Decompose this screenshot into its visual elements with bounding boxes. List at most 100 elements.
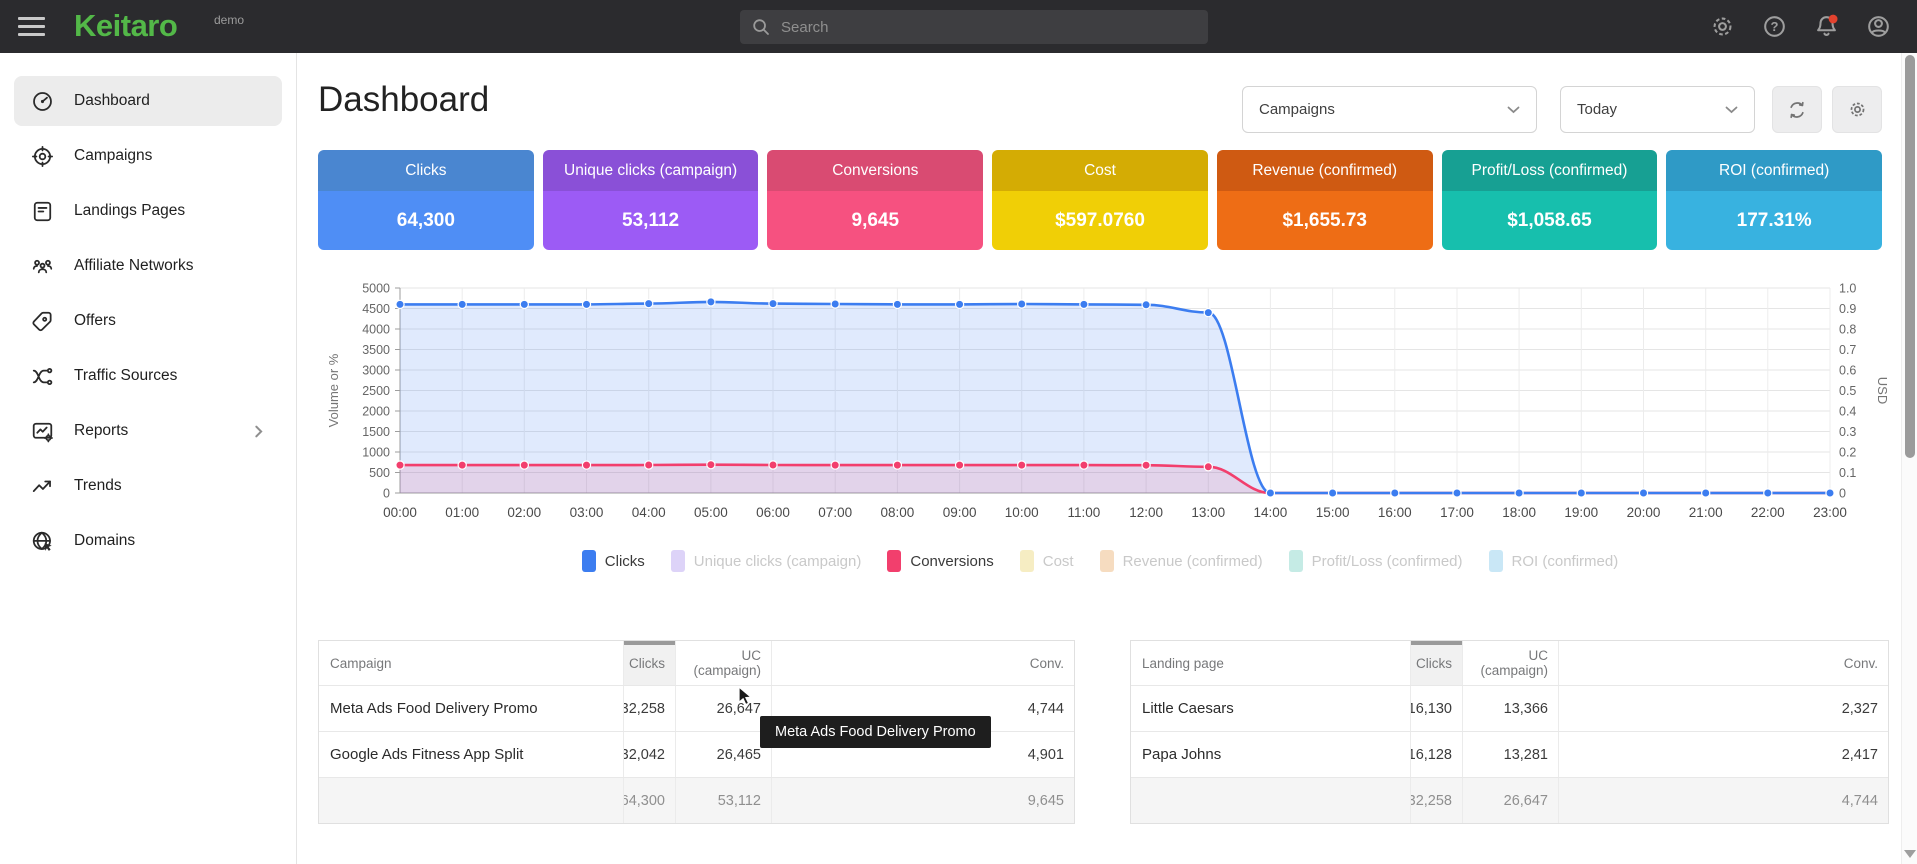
sidebar-item-dashboard[interactable]: Dashboard (14, 76, 282, 126)
sidebar-item-trends[interactable]: Trends (14, 461, 282, 511)
column-header-conv[interactable]: Conv. (1558, 641, 1888, 685)
column-header-campaign[interactable]: Campaign (319, 641, 623, 685)
table-totals-row: 32,25826,6474,744 (1131, 778, 1888, 823)
row-name-cell: Meta Ads Food Delivery Promo (319, 686, 623, 731)
sidebar-item-label: Offers (74, 312, 116, 330)
scroll-down-arrow-icon[interactable] (1904, 850, 1916, 858)
svg-text:0.5: 0.5 (1839, 384, 1856, 398)
mouse-cursor (738, 686, 757, 713)
stat-card-value: 53,112 (543, 191, 759, 250)
svg-text:22:00: 22:00 (1751, 505, 1785, 520)
table-row[interactable]: Papa Johns16,12813,2812,417 (1131, 732, 1888, 778)
sidebar-item-reports[interactable]: Reports (14, 406, 282, 456)
stat-card-unique-clicks-campaign[interactable]: Unique clicks (campaign)53,112 (543, 150, 759, 250)
app-logo[interactable]: Keitaro (74, 8, 177, 44)
legend-swatch (671, 550, 685, 572)
stat-card-revenue-confirmed[interactable]: Revenue (confirmed)$1,655.73 (1217, 150, 1433, 250)
campaigns-filter-select[interactable]: Campaigns (1242, 86, 1537, 133)
stat-card-value: 9,645 (767, 191, 983, 250)
sidebar-item-landings-pages[interactable]: Landings Pages (14, 186, 282, 236)
legend-item-cost[interactable]: Cost (1020, 550, 1074, 572)
settings-icon[interactable] (1710, 14, 1735, 39)
chevron-right-icon (253, 425, 265, 438)
topbar: Keitaro demo ? (0, 0, 1917, 53)
legend-item-roi-confirmed[interactable]: ROI (confirmed) (1489, 550, 1619, 572)
legend-item-clicks[interactable]: Clicks (582, 550, 645, 572)
sidebar-item-label: Dashboard (74, 92, 150, 110)
stat-card-conversions[interactable]: Conversions9,645 (767, 150, 983, 250)
account-icon[interactable] (1866, 14, 1891, 39)
search-input[interactable] (779, 18, 1208, 37)
svg-text:00:00: 00:00 (383, 505, 417, 520)
global-search[interactable] (740, 10, 1208, 44)
date-range-select[interactable]: Today (1560, 86, 1755, 133)
notification-dot (1829, 15, 1838, 24)
svg-text:0.1: 0.1 (1839, 466, 1856, 480)
table-header-row: Landing pageClicksUC (campaign)Conv. (1131, 641, 1888, 686)
reports-icon (31, 420, 54, 443)
sidebar-item-affiliate-networks[interactable]: Affiliate Networks (14, 241, 282, 291)
scrollbar-thumb[interactable] (1905, 55, 1915, 458)
affiliate-icon (31, 255, 54, 278)
row-value-cell: 2,327 (1558, 686, 1888, 731)
stat-card-roi-confirmed[interactable]: ROI (confirmed)177.31% (1666, 150, 1882, 250)
totals-cell: 53,112 (675, 778, 771, 823)
dashboard-icon (31, 90, 54, 113)
stat-card-clicks[interactable]: Clicks64,300 (318, 150, 534, 250)
legend-swatch (582, 550, 596, 572)
legend-item-profit-loss-confirmed[interactable]: Profit/Loss (confirmed) (1289, 550, 1463, 572)
stat-card-value: $597.0760 (992, 191, 1208, 250)
refresh-icon (1786, 99, 1808, 121)
row-value-cell: 32,042 (623, 732, 675, 777)
column-header-uc-campaign[interactable]: UC (campaign) (675, 641, 771, 685)
svg-text:17:00: 17:00 (1440, 505, 1474, 520)
legend-item-conversions[interactable]: Conversions (887, 550, 993, 572)
column-header-clicks[interactable]: Clicks (1410, 641, 1462, 685)
svg-text:0.8: 0.8 (1839, 323, 1856, 337)
help-icon[interactable]: ? (1762, 14, 1787, 39)
sidebar-item-traffic-sources[interactable]: Traffic Sources (14, 351, 282, 401)
legend-swatch (1100, 550, 1114, 572)
svg-text:2000: 2000 (362, 405, 390, 419)
stat-card-profit-loss-confirmed[interactable]: Profit/Loss (confirmed)$1,058.65 (1442, 150, 1658, 250)
sidebar-item-label: Domains (74, 532, 135, 550)
svg-text:14:00: 14:00 (1254, 505, 1288, 520)
sidebar-item-domains[interactable]: Domains (14, 516, 282, 566)
column-header-landing-page[interactable]: Landing page (1131, 641, 1410, 685)
legend-item-unique-clicks-campaign[interactable]: Unique clicks (campaign) (671, 550, 862, 572)
column-header-uc-campaign[interactable]: UC (campaign) (1462, 641, 1558, 685)
column-header-clicks[interactable]: Clicks (623, 641, 675, 685)
menu-toggle-icon[interactable] (18, 17, 45, 36)
dashboard-settings-button[interactable] (1832, 86, 1882, 133)
svg-text:13:00: 13:00 (1191, 505, 1225, 520)
notifications-icon[interactable] (1814, 14, 1839, 39)
metrics-chart: 005000.110000.215000.320000.425000.53000… (322, 276, 1900, 526)
sidebar-item-offers[interactable]: Offers (14, 296, 282, 346)
row-value-cell: 32,258 (623, 686, 675, 731)
svg-text:11:00: 11:00 (1068, 505, 1101, 520)
landing-pages-table: Landing pageClicksUC (campaign)Conv.Litt… (1130, 640, 1889, 824)
svg-text:08:00: 08:00 (881, 505, 915, 520)
svg-text:0.6: 0.6 (1839, 364, 1856, 378)
scrollbar-track[interactable] (1901, 53, 1917, 864)
column-header-conv[interactable]: Conv. (771, 641, 1074, 685)
chevron-down-icon (1725, 106, 1738, 114)
table-row[interactable]: Little Caesars16,13013,3662,327 (1131, 686, 1888, 732)
totals-cell: 32,258 (1410, 778, 1462, 823)
traffic-icon (31, 365, 54, 388)
stat-card-label: Conversions (767, 150, 983, 191)
svg-text:USD: USD (1875, 377, 1890, 404)
svg-text:1500: 1500 (362, 425, 390, 439)
legend-swatch (887, 550, 901, 572)
stat-card-value: 177.31% (1666, 191, 1882, 250)
row-name-cell: Google Ads Fitness App Split (319, 732, 623, 777)
svg-text:03:00: 03:00 (570, 505, 604, 520)
legend-item-revenue-confirmed[interactable]: Revenue (confirmed) (1100, 550, 1263, 572)
svg-text:500: 500 (369, 466, 390, 480)
sidebar-item-campaigns[interactable]: Campaigns (14, 131, 282, 181)
svg-text:23:00: 23:00 (1813, 505, 1847, 520)
stat-card-cost[interactable]: Cost$597.0760 (992, 150, 1208, 250)
refresh-button[interactable] (1772, 86, 1822, 133)
campaigns-filter-value: Campaigns (1259, 101, 1335, 118)
legend-swatch (1489, 550, 1503, 572)
